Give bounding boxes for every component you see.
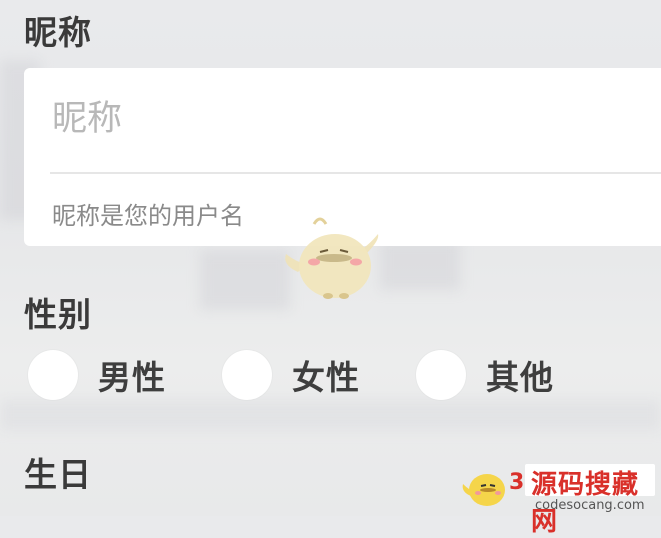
nickname-hint: 昵称是您的用户名 [52, 202, 244, 230]
watermark: 3 源码搜藏网 codesocang.com [461, 458, 661, 537]
background-blur [380, 240, 460, 290]
watermark-url: codesocang.com [535, 498, 645, 513]
gender-option-label: 男性 [98, 358, 166, 397]
radio-button[interactable] [222, 350, 272, 400]
divider [50, 172, 661, 174]
birthday-label: 生日 [24, 455, 92, 494]
radio-button[interactable] [28, 350, 78, 400]
watermark-number: 3 [509, 470, 525, 495]
gender-option-label: 女性 [292, 358, 360, 397]
background-blur [0, 400, 661, 430]
gender-label: 性别 [24, 295, 92, 334]
mascot-icon [280, 210, 385, 305]
gender-option-female[interactable]: 女性 [222, 348, 360, 402]
nickname-label: 昵称 [24, 13, 92, 52]
nickname-input[interactable] [24, 68, 661, 170]
gender-option-other[interactable]: 其他 [416, 348, 554, 402]
gender-option-male[interactable]: 男性 [28, 348, 166, 402]
gender-option-label: 其他 [486, 358, 554, 397]
background-blur [200, 250, 290, 310]
radio-button[interactable] [416, 350, 466, 400]
